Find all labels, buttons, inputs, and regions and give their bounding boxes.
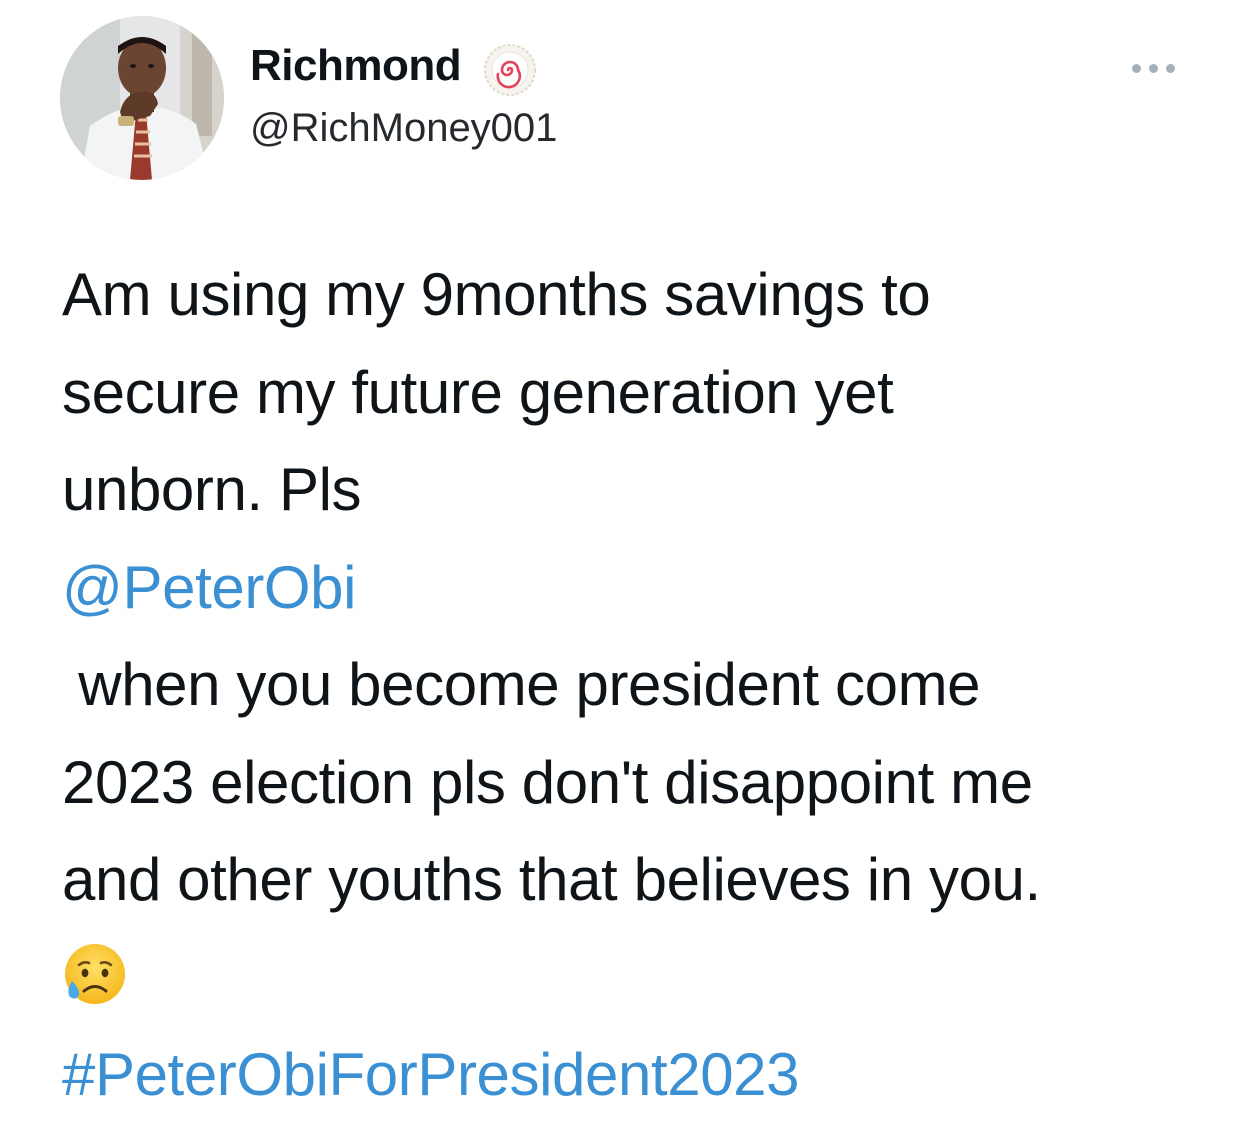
more-dot	[1149, 64, 1158, 73]
avatar[interactable]	[60, 16, 224, 180]
hashtag-line: #PeterObiForPresident2023	[62, 1026, 1202, 1124]
swirl-badge-icon	[484, 44, 536, 96]
tweet-text: Am using my 9months savings to secure my…	[62, 246, 1202, 1124]
author-display-name[interactable]: Richmond	[250, 38, 462, 94]
tweet-line: 2023 election pls don't disappoint me	[62, 748, 1033, 816]
hashtag-link[interactable]: #PeterObiForPresident2023	[62, 1041, 800, 1108]
mention-line: @PeterObi	[62, 539, 1202, 637]
avatar-photo	[60, 16, 224, 180]
tweet-line: Am using my 9months savings to	[62, 261, 931, 328]
emoji-line	[62, 929, 1202, 1027]
more-dot	[1166, 64, 1175, 73]
more-options-icon[interactable]	[1130, 56, 1178, 80]
tweet-card: Richmond @RichMoney001 Am using my 9mont…	[0, 0, 1242, 1148]
tweet-line: when you become president come	[62, 651, 981, 718]
mention-link[interactable]: @PeterObi	[62, 554, 356, 621]
sad-but-relieved-face-emoji	[65, 943, 125, 1004]
more-dot	[1132, 64, 1141, 73]
tweet-line: and other youths that believes in you.	[62, 846, 1041, 913]
tweet-line: unborn. Pls	[62, 456, 362, 523]
tweet-line: secure my future generation yet	[62, 358, 894, 426]
author-handle[interactable]: @RichMoney001	[250, 102, 557, 154]
